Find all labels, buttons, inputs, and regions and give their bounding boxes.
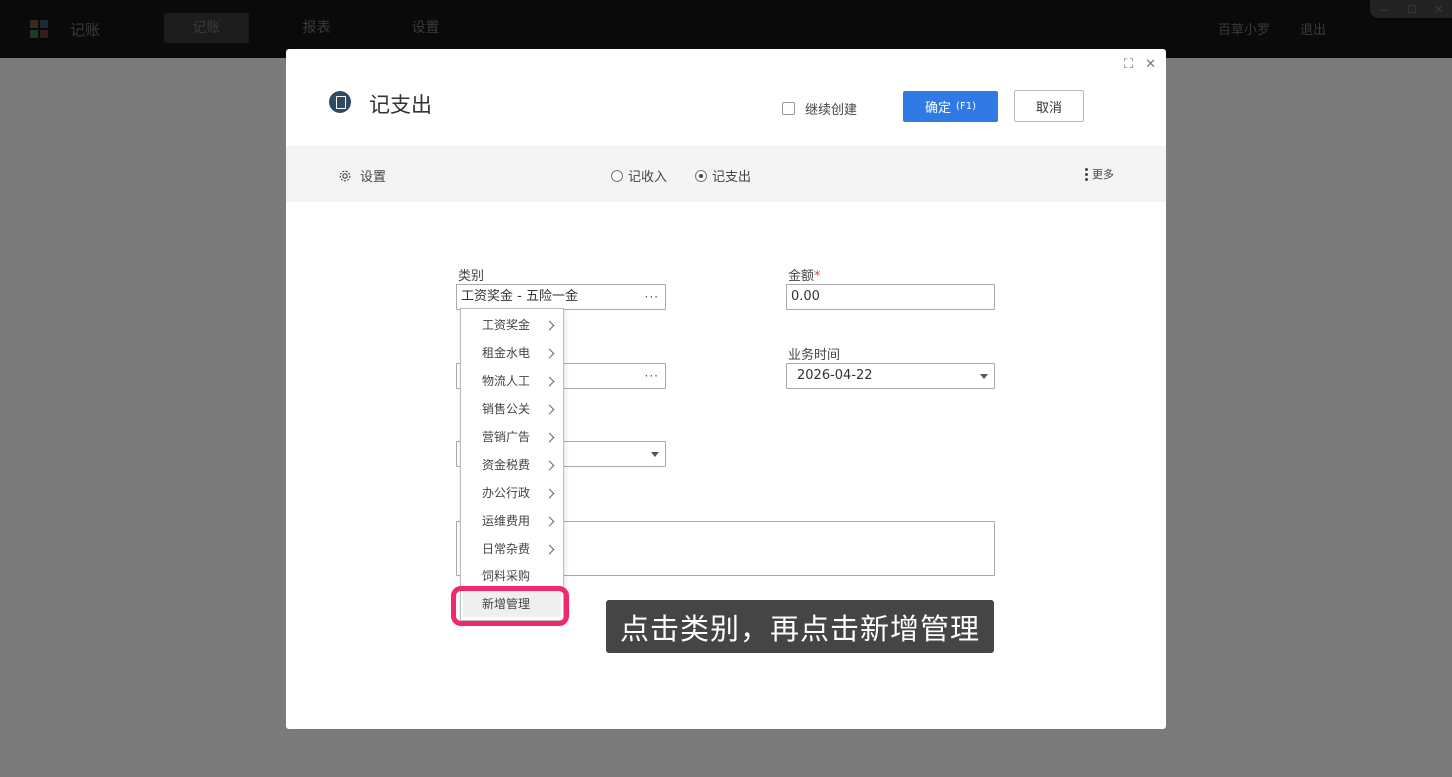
menu-item-label: 日常杂费: [482, 542, 531, 556]
chevron-right-icon: [544, 544, 555, 555]
confirm-shortcut: (F1): [956, 101, 976, 112]
menu-item-label: 办公行政: [482, 486, 531, 500]
maximize-icon[interactable]: ☐: [1407, 3, 1417, 16]
chevron-right-icon: [544, 404, 555, 415]
menu-item-operations[interactable]: 运维费用: [461, 507, 563, 535]
chevron-right-icon: [544, 488, 555, 499]
app-title: 记账: [70, 21, 101, 39]
chevron-right-icon: [544, 460, 555, 471]
confirm-button[interactable]: 确定 (F1): [903, 91, 998, 122]
menu-item-sales-pr[interactable]: 销售公关: [461, 395, 563, 423]
menu-item-salary[interactable]: 工资奖金: [461, 311, 563, 339]
menu-item-label: 租金水电: [482, 346, 531, 360]
tutorial-caption: 点击类别，再点击新增管理: [606, 600, 994, 653]
chevron-right-icon: [544, 320, 555, 331]
chevron-right-icon: [544, 516, 555, 527]
minimize-icon[interactable]: —: [1379, 3, 1390, 16]
nav-bookkeeping[interactable]: 记账: [164, 13, 249, 43]
business-time-value: 2026-04-22: [797, 368, 873, 383]
radio-expense-label: 记支出: [712, 170, 752, 185]
chevron-right-icon: [544, 376, 555, 387]
ledger-icon: [329, 91, 351, 113]
menu-item-marketing[interactable]: 营销广告: [461, 423, 563, 451]
more-vertical-icon: [1085, 167, 1088, 181]
keep-creating-checkbox[interactable]: 继续创建: [782, 99, 857, 118]
checkbox-box[interactable]: [782, 102, 795, 115]
amount-label: 金额*: [788, 265, 821, 284]
app-logo: [30, 20, 48, 38]
menu-item-misc[interactable]: 日常杂费: [461, 535, 563, 563]
menu-item-label: 营销广告: [482, 430, 531, 444]
chevron-down-icon: [651, 452, 659, 457]
close-window-icon[interactable]: ✕: [1434, 3, 1443, 16]
cancel-button[interactable]: 取消: [1014, 90, 1084, 122]
expense-dialog: ⛶ ✕ 记支出 继续创建 确定 (F1) 取消 设置 记收入 记支出 更多 类别…: [286, 49, 1166, 729]
radio-expense[interactable]: 记支出: [695, 166, 751, 185]
radio-expense-indicator[interactable]: [695, 169, 708, 182]
amount-input[interactable]: 0.00: [786, 284, 995, 310]
menu-item-rent[interactable]: 租金水电: [461, 339, 563, 367]
business-time-select[interactable]: 2026-04-22: [786, 363, 995, 389]
dialog-title: 记支出: [369, 93, 432, 117]
dialog-toolbar: 设置 记收入 记支出 更多: [286, 146, 1166, 202]
menu-item-label: 资金税费: [482, 458, 531, 472]
more-label: 更多: [1092, 168, 1114, 181]
menu-item-logistics[interactable]: 物流人工: [461, 367, 563, 395]
menu-item-label: 物流人工: [482, 374, 531, 388]
business-time-label: 业务时间: [788, 348, 841, 363]
user-name[interactable]: 百草小罗: [1218, 19, 1270, 38]
fullscreen-icon[interactable]: ⛶: [1124, 57, 1133, 72]
chevron-right-icon: [544, 348, 555, 359]
settings-button[interactable]: 设置: [338, 166, 386, 185]
radio-income-label: 记收入: [628, 170, 668, 185]
nav-reports[interactable]: 报表: [274, 13, 359, 43]
amount-label-text: 金额: [788, 269, 815, 284]
confirm-label: 确定: [925, 101, 952, 116]
ellipsis-icon[interactable]: ···: [645, 285, 659, 309]
more-button[interactable]: 更多: [1085, 166, 1114, 182]
window-controls: — ☐ ✕: [1370, 0, 1452, 18]
menu-item-label: 工资奖金: [482, 318, 531, 332]
menu-item-label: 运维费用: [482, 514, 531, 528]
highlight-ring: [451, 586, 569, 626]
chevron-right-icon: [544, 432, 555, 443]
chevron-down-icon: [980, 374, 988, 379]
menu-item-tax[interactable]: 资金税费: [461, 451, 563, 479]
menu-item-label: 饲料采购: [482, 569, 531, 583]
entry-type-radio-group: 记收入 记支出: [611, 166, 751, 185]
nav-settings[interactable]: 设置: [383, 13, 468, 43]
category-value: 工资奖金 - 五险一金: [461, 289, 578, 304]
keep-creating-label: 继续创建: [805, 103, 858, 118]
required-mark: *: [814, 269, 821, 284]
radio-income[interactable]: 记收入: [611, 166, 667, 185]
ellipsis-icon[interactable]: ···: [645, 364, 659, 388]
menu-item-office[interactable]: 办公行政: [461, 479, 563, 507]
radio-income-indicator[interactable]: [611, 169, 623, 182]
logout-link[interactable]: 退出: [1300, 19, 1326, 38]
close-icon[interactable]: ✕: [1145, 57, 1156, 72]
gear-icon: [339, 170, 351, 181]
category-dropdown-menu: 工资奖金 租金水电 物流人工 销售公关 营销广告 资金税费 办公行政 运维费用 …: [460, 308, 564, 621]
settings-label: 设置: [360, 170, 387, 185]
menu-item-label: 销售公关: [482, 402, 531, 416]
category-field[interactable]: 工资奖金 - 五险一金 ···: [456, 284, 666, 310]
category-label: 类别: [458, 269, 485, 284]
